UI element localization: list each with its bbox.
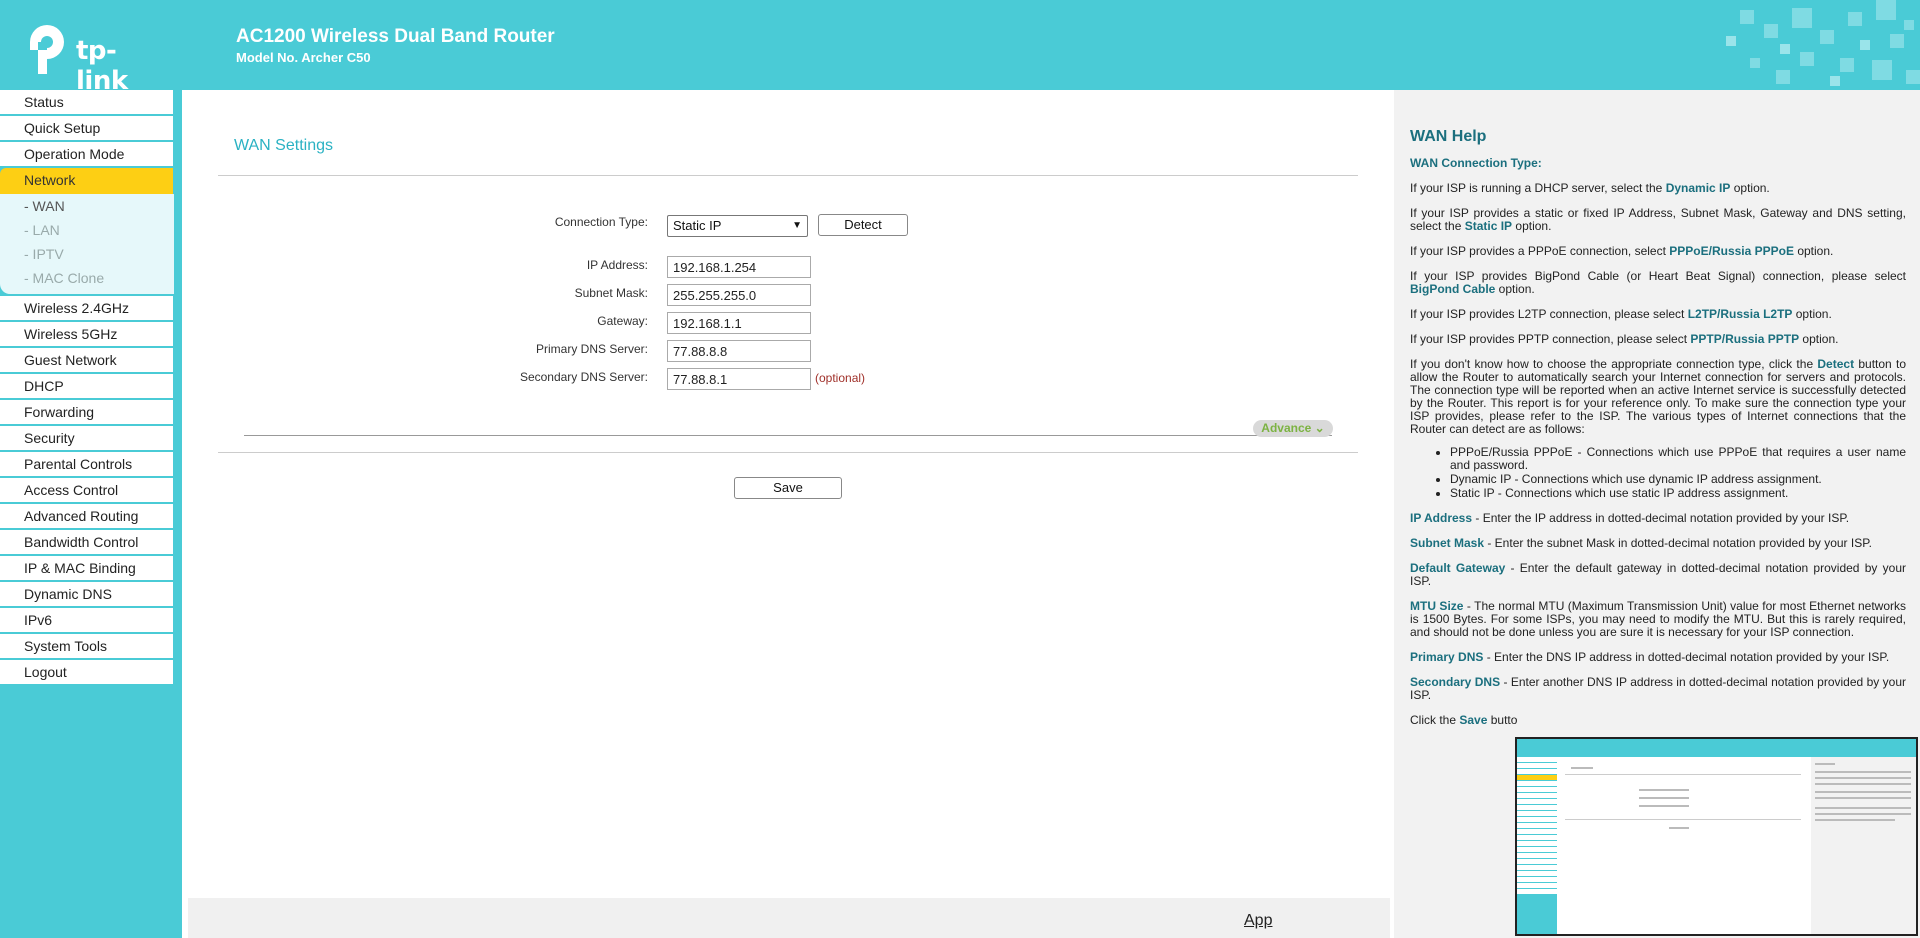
- footer-bar: [188, 898, 1390, 938]
- ip-address-label: IP Address:: [586, 258, 648, 272]
- connection-type-label: Connection Type:: [554, 215, 648, 229]
- help-paragraph: IP Address - Enter the IP address in dot…: [1410, 511, 1850, 525]
- sidebar-item-security[interactable]: Security: [0, 426, 173, 452]
- tp-link-logo-icon: [30, 25, 64, 74]
- sidebar-item-parental-controls[interactable]: Parental Controls: [0, 452, 173, 478]
- sidebar-item-quick-setup[interactable]: Quick Setup: [0, 116, 173, 142]
- sidebar-item-logout[interactable]: Logout: [0, 660, 173, 686]
- sidebar-item-forwarding[interactable]: Forwarding: [0, 400, 173, 426]
- sidebar-item-ipv6[interactable]: IPv6: [0, 608, 173, 634]
- network-submenu: - WAN - LAN - IPTV - MAC Clone: [0, 194, 174, 294]
- subnet-mask-input[interactable]: [667, 284, 811, 306]
- sidebar-menu: Status Quick Setup Operation Mode Networ…: [0, 90, 174, 686]
- ip-address-input[interactable]: [667, 256, 811, 278]
- divider: [218, 452, 1358, 453]
- connection-type-value: Static IP: [673, 218, 722, 233]
- product-title: AC1200 Wireless Dual Band Router: [236, 26, 555, 47]
- header-pattern-decoration: [1726, 0, 1920, 86]
- help-subtitle: WAN Connection Type:: [1410, 156, 1542, 170]
- advance-label: Advance: [1261, 421, 1312, 435]
- sidebar-subitem-mac-clone[interactable]: - MAC Clone: [0, 266, 174, 290]
- header: tp-link AC1200 Wireless Dual Band Router…: [0, 0, 1920, 90]
- gateway-input[interactable]: [667, 312, 811, 334]
- page-title: WAN Settings: [234, 137, 333, 154]
- advance-toggle[interactable]: Advance ⌄: [1253, 420, 1333, 437]
- detect-button[interactable]: Detect: [818, 214, 908, 236]
- sidebar-item-network[interactable]: Network: [0, 168, 173, 194]
- help-paragraph: If you don't know how to choose the appr…: [1410, 357, 1906, 436]
- connection-type-select[interactable]: Static IP ▼: [667, 215, 808, 237]
- help-paragraph: Primary DNS - Enter the DNS IP address i…: [1410, 650, 1890, 664]
- thumbnail-help: [1811, 757, 1916, 934]
- sidebar-item-operation-mode[interactable]: Operation Mode: [0, 142, 173, 168]
- sidebar-item-ip-mac-binding[interactable]: IP & MAC Binding: [0, 556, 173, 582]
- help-paragraph: Subnet Mask - Enter the subnet Mask in d…: [1410, 536, 1873, 550]
- app-link[interactable]: App: [1244, 912, 1272, 930]
- sidebar-item-dhcp[interactable]: DHCP: [0, 374, 173, 400]
- list-item: Static IP - Connections which use static…: [1450, 487, 1906, 500]
- chevron-down-icon: ⌄: [1314, 421, 1325, 435]
- dropdown-arrow-icon: ▼: [792, 220, 802, 231]
- list-item: Dynamic IP - Connections which use dynam…: [1450, 473, 1906, 486]
- help-paragraph: Click the Save butto: [1410, 713, 1518, 727]
- help-paragraph: If your ISP provides a static or fixed I…: [1410, 206, 1906, 233]
- divider: [218, 175, 1358, 176]
- tp-link-logo[interactable]: tp-link: [24, 24, 164, 90]
- sidebar-item-dynamic-dns[interactable]: Dynamic DNS: [0, 582, 173, 608]
- thumbnail-sidebar: [1517, 757, 1557, 934]
- primary-dns-input[interactable]: [667, 340, 811, 362]
- secondary-dns-input[interactable]: [667, 368, 811, 390]
- main-panel: WAN Settings Connection Type: Static IP …: [182, 90, 1394, 938]
- primary-dns-label: Primary DNS Server:: [535, 342, 648, 356]
- subnet-mask-label: Subnet Mask:: [574, 286, 648, 300]
- thumbnail-main: [1559, 757, 1809, 934]
- optional-note: (optional): [815, 371, 866, 385]
- advance-divider: [244, 435, 1332, 436]
- help-paragraph: Default Gateway - Enter the default gate…: [1410, 561, 1906, 588]
- sidebar-item-system-tools[interactable]: System Tools: [0, 634, 173, 660]
- help-paragraph: If your ISP provides PPTP connection, pl…: [1410, 332, 1839, 346]
- sidebar-item-advanced-routing[interactable]: Advanced Routing: [0, 504, 173, 530]
- list-item: PPPoE/Russia PPPoE - Connections which u…: [1450, 446, 1906, 472]
- help-paragraph: If your ISP is running a DHCP server, se…: [1410, 181, 1770, 195]
- help-paragraph: If your ISP provides a PPPoE connection,…: [1410, 244, 1834, 258]
- save-button[interactable]: Save: [734, 477, 842, 499]
- model-number: Model No. Archer C50: [236, 50, 371, 65]
- help-list: PPPoE/Russia PPPoE - Connections which u…: [1450, 446, 1906, 500]
- help-paragraph: Secondary DNS - Enter another DNS IP add…: [1410, 675, 1906, 702]
- sidebar-subitem-iptv[interactable]: - IPTV: [0, 242, 174, 266]
- thumbnail-header: [1517, 739, 1916, 757]
- sidebar-subitem-wan[interactable]: - WAN: [0, 194, 174, 218]
- sidebar-subitem-lan[interactable]: - LAN: [0, 218, 174, 242]
- sidebar-item-status[interactable]: Status: [0, 90, 173, 116]
- secondary-dns-label: Secondary DNS Server:: [519, 370, 648, 384]
- sidebar-item-wireless-5ghz[interactable]: Wireless 5GHz: [0, 322, 173, 348]
- screenshot-thumbnail[interactable]: [1515, 737, 1918, 936]
- sidebar-item-bandwidth-control[interactable]: Bandwidth Control: [0, 530, 173, 556]
- gateway-label: Gateway:: [597, 314, 648, 328]
- sidebar-item-access-control[interactable]: Access Control: [0, 478, 173, 504]
- help-paragraph: MTU Size - The normal MTU (Maximum Trans…: [1410, 599, 1906, 639]
- brand-name: tp-link: [76, 36, 128, 90]
- sidebar-item-guest-network[interactable]: Guest Network: [0, 348, 173, 374]
- help-paragraph: If your ISP provides L2TP connection, pl…: [1410, 307, 1832, 321]
- help-paragraph: If your ISP provides BigPond Cable (or H…: [1410, 269, 1906, 296]
- sidebar-item-wireless-2-4ghz[interactable]: Wireless 2.4GHz: [0, 296, 173, 322]
- help-title: WAN Help: [1410, 128, 1487, 145]
